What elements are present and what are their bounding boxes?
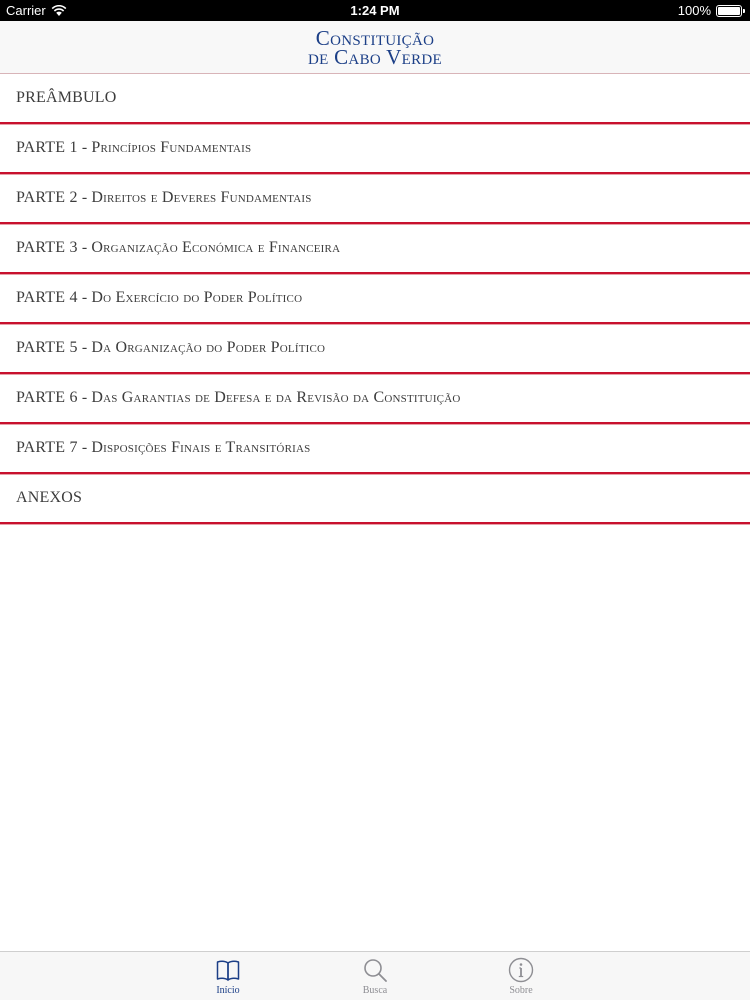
page-title-line2: de Cabo Verde [307, 45, 443, 69]
list-item-label: PARTE 4 - [16, 289, 88, 306]
list-item-label: PARTE 1 - [16, 139, 88, 156]
list-item-title: Do Exercício do Poder Político [91, 289, 303, 306]
list-item-label: ANEXOS [16, 489, 83, 506]
search-icon [364, 959, 387, 982]
info-icon [508, 957, 534, 983]
status-time: 1:24 PM [350, 3, 400, 18]
list-item-label: PARTE 6 - [16, 389, 88, 406]
list-item-title: Disposições Finais e Transitórias [91, 439, 311, 456]
list-item-label: PARTE 3 - [16, 239, 88, 256]
status-bar: Carrier 1:24 PM 100% [0, 0, 750, 21]
list-item-parte-1[interactable]: PARTE 1 - Princípios Fundamentais [0, 124, 750, 174]
list-item-anexos[interactable]: ANEXOS [0, 474, 750, 524]
page-title: Constituição de Cabo Verde [0, 21, 750, 69]
tab-sobre[interactable]: Sobre [481, 956, 561, 996]
status-battery: 100% [677, 3, 745, 18]
tab-busca[interactable]: Busca [335, 956, 415, 996]
list-item-parte-4[interactable]: PARTE 4 - Do Exercício do Poder Político [0, 274, 750, 324]
list-item-parte-5[interactable]: PARTE 5 - Da Organização do Poder Políti… [0, 324, 750, 374]
list-item-title: Das Garantias de Defesa e da Revisão da … [91, 389, 461, 406]
list-item-parte-6[interactable]: PARTE 6 - Das Garantias de Defesa e da R… [0, 374, 750, 424]
navigation-bar: Constituição de Cabo Verde [0, 21, 750, 74]
list-item-label: PARTE 7 - [16, 439, 88, 456]
tab-inicio[interactable]: Início [188, 956, 268, 996]
battery-fill [718, 6, 740, 15]
chapter-list: PREÂMBULO PARTE 1 - Princípios Fundament… [0, 74, 750, 524]
book-icon [216, 960, 240, 981]
list-item-parte-2[interactable]: PARTE 2 - Direitos e Deveres Fundamentai… [0, 174, 750, 224]
list-item-label: PARTE 2 - [16, 189, 88, 206]
list-item-parte-3[interactable]: PARTE 3 - Organização Económica e Financ… [0, 224, 750, 274]
list-item-title: Direitos e Deveres Fundamentais [91, 189, 312, 206]
list-item-preambulo[interactable]: PREÂMBULO [0, 74, 750, 124]
list-item-title: Da Organização do Poder Político [91, 339, 326, 356]
list-item-parte-7[interactable]: PARTE 7 - Disposições Finais e Transitór… [0, 424, 750, 474]
tab-label: Busca [362, 985, 388, 996]
battery-percent: 100% [677, 3, 711, 18]
tab-label: Início [216, 985, 240, 996]
list-item-label: PARTE 5 - [16, 339, 88, 356]
list-item-title: Organização Económica e Financeira [91, 239, 341, 256]
battery-icon [716, 4, 745, 17]
list-item-title: Princípios Fundamentais [91, 139, 252, 156]
tab-bar: Início Busca Sobre [0, 951, 750, 1000]
tab-label: Sobre [509, 985, 533, 996]
list-item-label: PREÂMBULO [16, 89, 117, 106]
